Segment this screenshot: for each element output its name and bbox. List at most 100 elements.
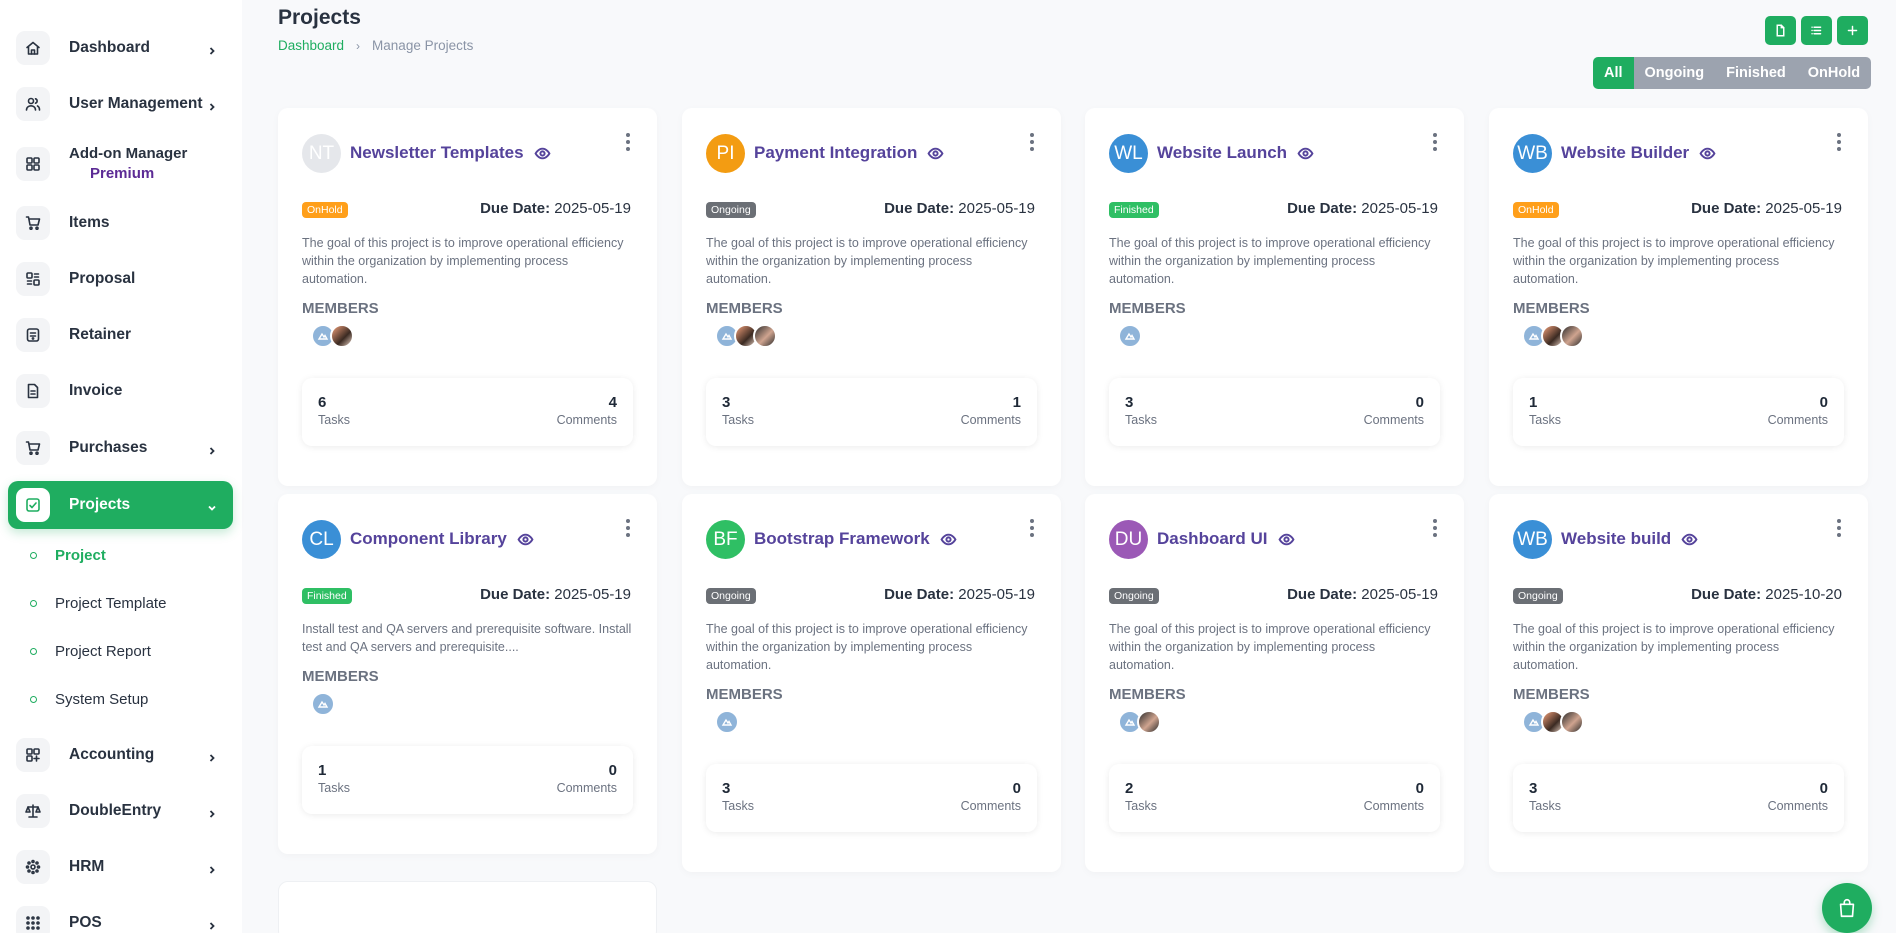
sidebar-item-pos[interactable]: POS [8,899,233,933]
status-badge: OnHold [302,202,348,218]
cart-icon [16,206,50,240]
project-title-link[interactable]: Newsletter Templates [350,143,551,163]
list-view-button[interactable] [1801,16,1832,45]
more-options-icon[interactable] [1029,133,1035,151]
sidebar-item-dashboard[interactable]: Dashboard [8,24,233,72]
due-date: Due Date: 2025-05-19 [1691,200,1842,217]
eye-icon[interactable] [1681,531,1698,548]
member-avatar[interactable] [753,324,777,348]
more-options-icon[interactable] [1836,519,1842,537]
tasks-count: 3 [1529,780,1538,797]
sidebar-item-invoice[interactable]: Invoice [8,367,233,415]
member-avatar[interactable] [330,324,354,348]
sidebar-subitem-project-report[interactable]: Project Report [30,639,151,663]
due-date-value: 2025-05-19 [1361,200,1438,217]
member-avatar[interactable] [311,692,335,716]
member-avatar[interactable] [1118,324,1142,348]
members-list [1522,324,1584,348]
project-stats: 6 Tasks 4 Comments [302,378,633,446]
more-options-icon[interactable] [625,133,631,151]
sidebar-item-hrm[interactable]: HRM [8,843,233,891]
project-title-link[interactable]: Component Library [350,529,534,549]
project-title: Bootstrap Framework [754,529,930,548]
members-label: MEMBERS [1109,686,1186,703]
members-list [311,324,354,348]
filter-all[interactable]: All [1593,57,1634,89]
sidebar-item-retainer[interactable]: Retainer [8,311,233,359]
chevron-right-icon [207,750,217,762]
eye-icon[interactable] [517,531,534,548]
project-avatar: WL [1109,134,1148,173]
add-project-button[interactable] [1837,16,1868,45]
sidebar-subitem-label: Project [55,546,106,564]
project-avatar: CL [302,520,341,559]
members-list [1118,710,1161,734]
project-description: The goal of this project is to improve o… [706,622,1028,672]
comments-label: Comments [556,413,617,427]
sidebar-item-proposal[interactable]: Proposal [8,255,233,303]
more-options-icon[interactable] [1836,133,1842,151]
project-title-link[interactable]: Dashboard UI [1157,529,1295,549]
scale-icon [16,794,50,828]
bullet-icon [30,599,37,607]
project-title-link[interactable]: Website Launch [1157,143,1314,163]
export-button[interactable] [1765,16,1796,45]
comments-count: 0 [1819,394,1828,411]
comments-count: 0 [1819,780,1828,797]
grid-icon [16,147,50,181]
project-title-link[interactable]: Website Builder [1561,143,1716,163]
chevron-down-icon [207,500,217,511]
cart-button[interactable] [1822,883,1872,933]
filter-finished[interactable]: Finished [1715,57,1797,89]
chevron-right-icon [207,443,217,455]
filter-ongoing[interactable]: Ongoing [1633,57,1716,89]
sidebar-subitem-project-template[interactable]: Project Template [30,591,166,615]
sidebar-item-items[interactable]: Items [8,199,233,247]
invoice-icon [16,374,50,408]
project-title-link[interactable]: Bootstrap Framework [754,529,957,549]
sidebar-item-doubleentry[interactable]: DoubleEntry [8,787,233,835]
status-badge: Ongoing [1513,588,1563,604]
comments-label: Comments [1363,799,1424,813]
project-title-link[interactable]: Website build [1561,529,1698,549]
eye-icon[interactable] [534,145,551,162]
eye-icon[interactable] [1699,145,1716,162]
member-avatar[interactable] [715,710,739,734]
eye-icon[interactable] [927,145,944,162]
sidebar-item-label: DoubleEntry [69,802,162,819]
more-options-icon[interactable] [625,519,631,537]
sidebar-item-add-on-manager[interactable]: Add-on Manager Premium [8,140,233,188]
sidebar-item-label: Retainer [69,326,132,343]
sidebar-item-accounting[interactable]: Accounting [8,731,233,779]
sidebar-subitem-project[interactable]: Project [30,543,106,567]
breadcrumb-dashboard-link[interactable]: Dashboard [278,38,344,53]
sidebar-item-user-management[interactable]: User Management [8,80,233,128]
due-date-value: 2025-05-19 [958,586,1035,603]
member-avatar[interactable] [1560,324,1584,348]
status-badge: Finished [302,588,352,604]
sidebar-item-projects[interactable]: Projects [8,481,233,529]
sidebar-subitem-system-setup[interactable]: System Setup [30,687,148,711]
more-options-icon[interactable] [1432,519,1438,537]
sidebar-subitem-label: System Setup [55,690,149,708]
eye-icon[interactable] [940,531,957,548]
member-avatar[interactable] [1137,710,1161,734]
project-stats: 2 Tasks 0 Comments [1109,764,1440,832]
checklist-icon [16,488,50,522]
more-options-icon[interactable] [1432,133,1438,151]
project-stats: 1 Tasks 0 Comments [302,746,633,814]
project-title-link[interactable]: Payment Integration [754,143,944,163]
comments-label: Comments [1363,413,1424,427]
sidebar-item-purchases[interactable]: Purchases [8,424,233,472]
project-stats: 3 Tasks 0 Comments [1109,378,1440,446]
project-stats: 1 Tasks 0 Comments [1513,378,1844,446]
filter-onhold[interactable]: OnHold [1796,57,1872,89]
eye-icon[interactable] [1278,531,1295,548]
eye-icon[interactable] [1297,145,1314,162]
status-badge: OnHold [1513,202,1559,218]
chevron-right-icon [207,862,217,874]
more-options-icon[interactable] [1029,519,1035,537]
member-avatar[interactable] [1560,710,1584,734]
project-card: CL Component Library Finished Due Date: 202… [278,494,657,854]
file-icon [1776,24,1785,37]
